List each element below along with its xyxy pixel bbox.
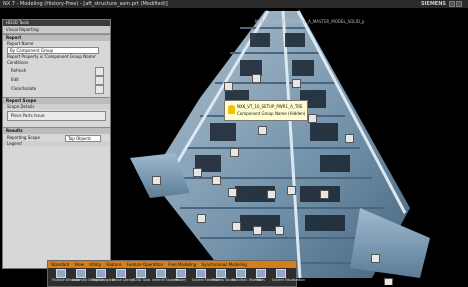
edit-label: Edit (11, 77, 19, 82)
tab-view[interactable]: View (74, 262, 84, 267)
reuse-library-button[interactable]: Reuse Library (112, 269, 134, 284)
part-navigator-button[interactable]: Part Navigator (92, 269, 115, 284)
tab-utility[interactable]: Utility (89, 262, 101, 267)
clear-icon[interactable] (95, 85, 104, 94)
roles-icon (255, 269, 266, 278)
hd3d-tag-icon[interactable] (371, 254, 380, 263)
tab-standard[interactable]: Standard (51, 262, 69, 267)
hd3d-tag-icon[interactable] (345, 134, 354, 143)
tab-synchronous-modeling[interactable]: Synchronous Modeling (202, 262, 247, 267)
process-icon (215, 269, 226, 278)
history-icon (175, 269, 186, 278)
browser-icon (155, 269, 166, 278)
windows-icon (55, 269, 66, 278)
hd3d-tag-icon[interactable] (308, 114, 317, 123)
hd3d-tag-icon[interactable] (152, 176, 161, 185)
hd3d-tag-icon[interactable] (275, 226, 284, 235)
system-materials-button[interactable]: System Materials (192, 269, 220, 284)
hd3d-tag-icon[interactable] (232, 222, 241, 231)
hd3d-tag-icon[interactable] (224, 82, 233, 91)
materials-icon (195, 269, 206, 278)
assembly-navigator-button[interactable]: Assembly Navigator (72, 269, 104, 284)
resource-bar: Multiple Windows Assembly Navigator Part… (48, 268, 305, 285)
library-icon (115, 269, 126, 278)
process-studio-button[interactable]: Process Studio (212, 269, 235, 284)
hd3d-tag-icon[interactable] (253, 226, 262, 235)
hd3d-tooltip: NX6_VT_10_SETUP_PWR1_A_TRE Component Gro… (224, 100, 308, 121)
system-visualization-button[interactable]: System Visualization (272, 269, 305, 284)
clear-row[interactable]: Clear/Isolate (3, 84, 110, 94)
part-icon (95, 269, 106, 278)
hd3d-tag-icon[interactable] (252, 74, 261, 83)
hd3d-tools-panel: HD3D Tools Visual Reporting Report Repor… (2, 19, 111, 269)
reporting-scope-row: Reporting Scope Top Objects (3, 134, 110, 142)
hd3d-tag-icon[interactable] (197, 214, 206, 223)
multiple-windows-button[interactable]: Multiple Windows (52, 269, 80, 284)
maximize-button[interactable] (456, 1, 462, 7)
edit-row[interactable]: Edit (3, 75, 110, 85)
window-controls (448, 1, 466, 16)
scope-details-header[interactable]: Scope Details (3, 104, 110, 109)
hd3d-tag-icon[interactable] (193, 168, 202, 177)
reporting-scope-select[interactable]: Top Objects (65, 135, 101, 142)
assembly-icon (75, 269, 86, 278)
hd3d-icon (135, 269, 146, 278)
wizard-icon (235, 269, 246, 278)
part-name-label: NX6_VT_10_SETUP_PWR1_A_MASTER_MODEL_SOLI… (255, 19, 365, 24)
hd3d-tag-icon[interactable] (212, 176, 221, 185)
report-scope-header[interactable]: Report Scope (3, 97, 110, 104)
manufacturing-wizards-button[interactable]: Manufact. Wizards (232, 269, 261, 284)
minimize-button[interactable] (449, 1, 455, 7)
hd3d-tag-icon[interactable] (287, 186, 296, 195)
hd3d-tools-button[interactable]: HD3D Tools (132, 269, 150, 284)
history-button[interactable]: History (172, 269, 189, 284)
hd3d-tag-icon[interactable] (384, 278, 393, 285)
tab-feature[interactable]: Feature (106, 262, 121, 267)
refresh-row[interactable]: Refresh (3, 66, 110, 76)
refresh-label: Refresh (11, 68, 27, 73)
results-header[interactable]: Results (3, 127, 110, 134)
roles-button[interactable]: Roles (252, 269, 269, 284)
reporting-scope-label: Reporting Scope (7, 135, 40, 140)
hd3d-tag-icon[interactable] (292, 79, 301, 88)
tab-free-modeling[interactable]: Free Modeling (168, 262, 196, 267)
visualization-icon (275, 269, 286, 278)
radial-taskbar: Standard View Utility Feature Feature Op… (47, 260, 305, 287)
hd3d-tag-icon[interactable] (228, 188, 237, 197)
lightbulb-icon (228, 105, 235, 114)
hd3d-tag-icon[interactable] (258, 126, 267, 135)
title-bar: NX 7 - Modeling (History-Free) - [aft_st… (0, 0, 468, 16)
report-section-header[interactable]: Report (3, 34, 110, 41)
brand-logo: SIEMENS (420, 1, 446, 7)
taskbar-tabs: Standard View Utility Feature Feature Op… (48, 261, 296, 268)
hd3d-tag-icon[interactable] (267, 190, 276, 199)
window-title: NX 7 - Modeling (History-Free) - [aft_st… (3, 1, 168, 7)
internet-explorer-button[interactable]: Internet Explorer (152, 269, 179, 284)
tab-feature-operation[interactable]: Feature Operation (127, 262, 163, 267)
hd3d-tag-icon[interactable] (230, 148, 239, 157)
visual-reporting-tab[interactable]: Visual Reporting (3, 26, 110, 34)
report-name-select[interactable]: By Component Group (7, 47, 99, 54)
clear-label: Clear/Isolate (11, 86, 37, 91)
tooltip-part-name: NX6_VT_10_SETUP_PWR1_A_TRE (237, 104, 303, 109)
scope-value-field[interactable]: Piece Parts Issue (7, 111, 106, 121)
tooltip-group-name: Component Group Name (Hidden) (237, 111, 306, 116)
hd3d-tag-icon[interactable] (320, 190, 329, 199)
